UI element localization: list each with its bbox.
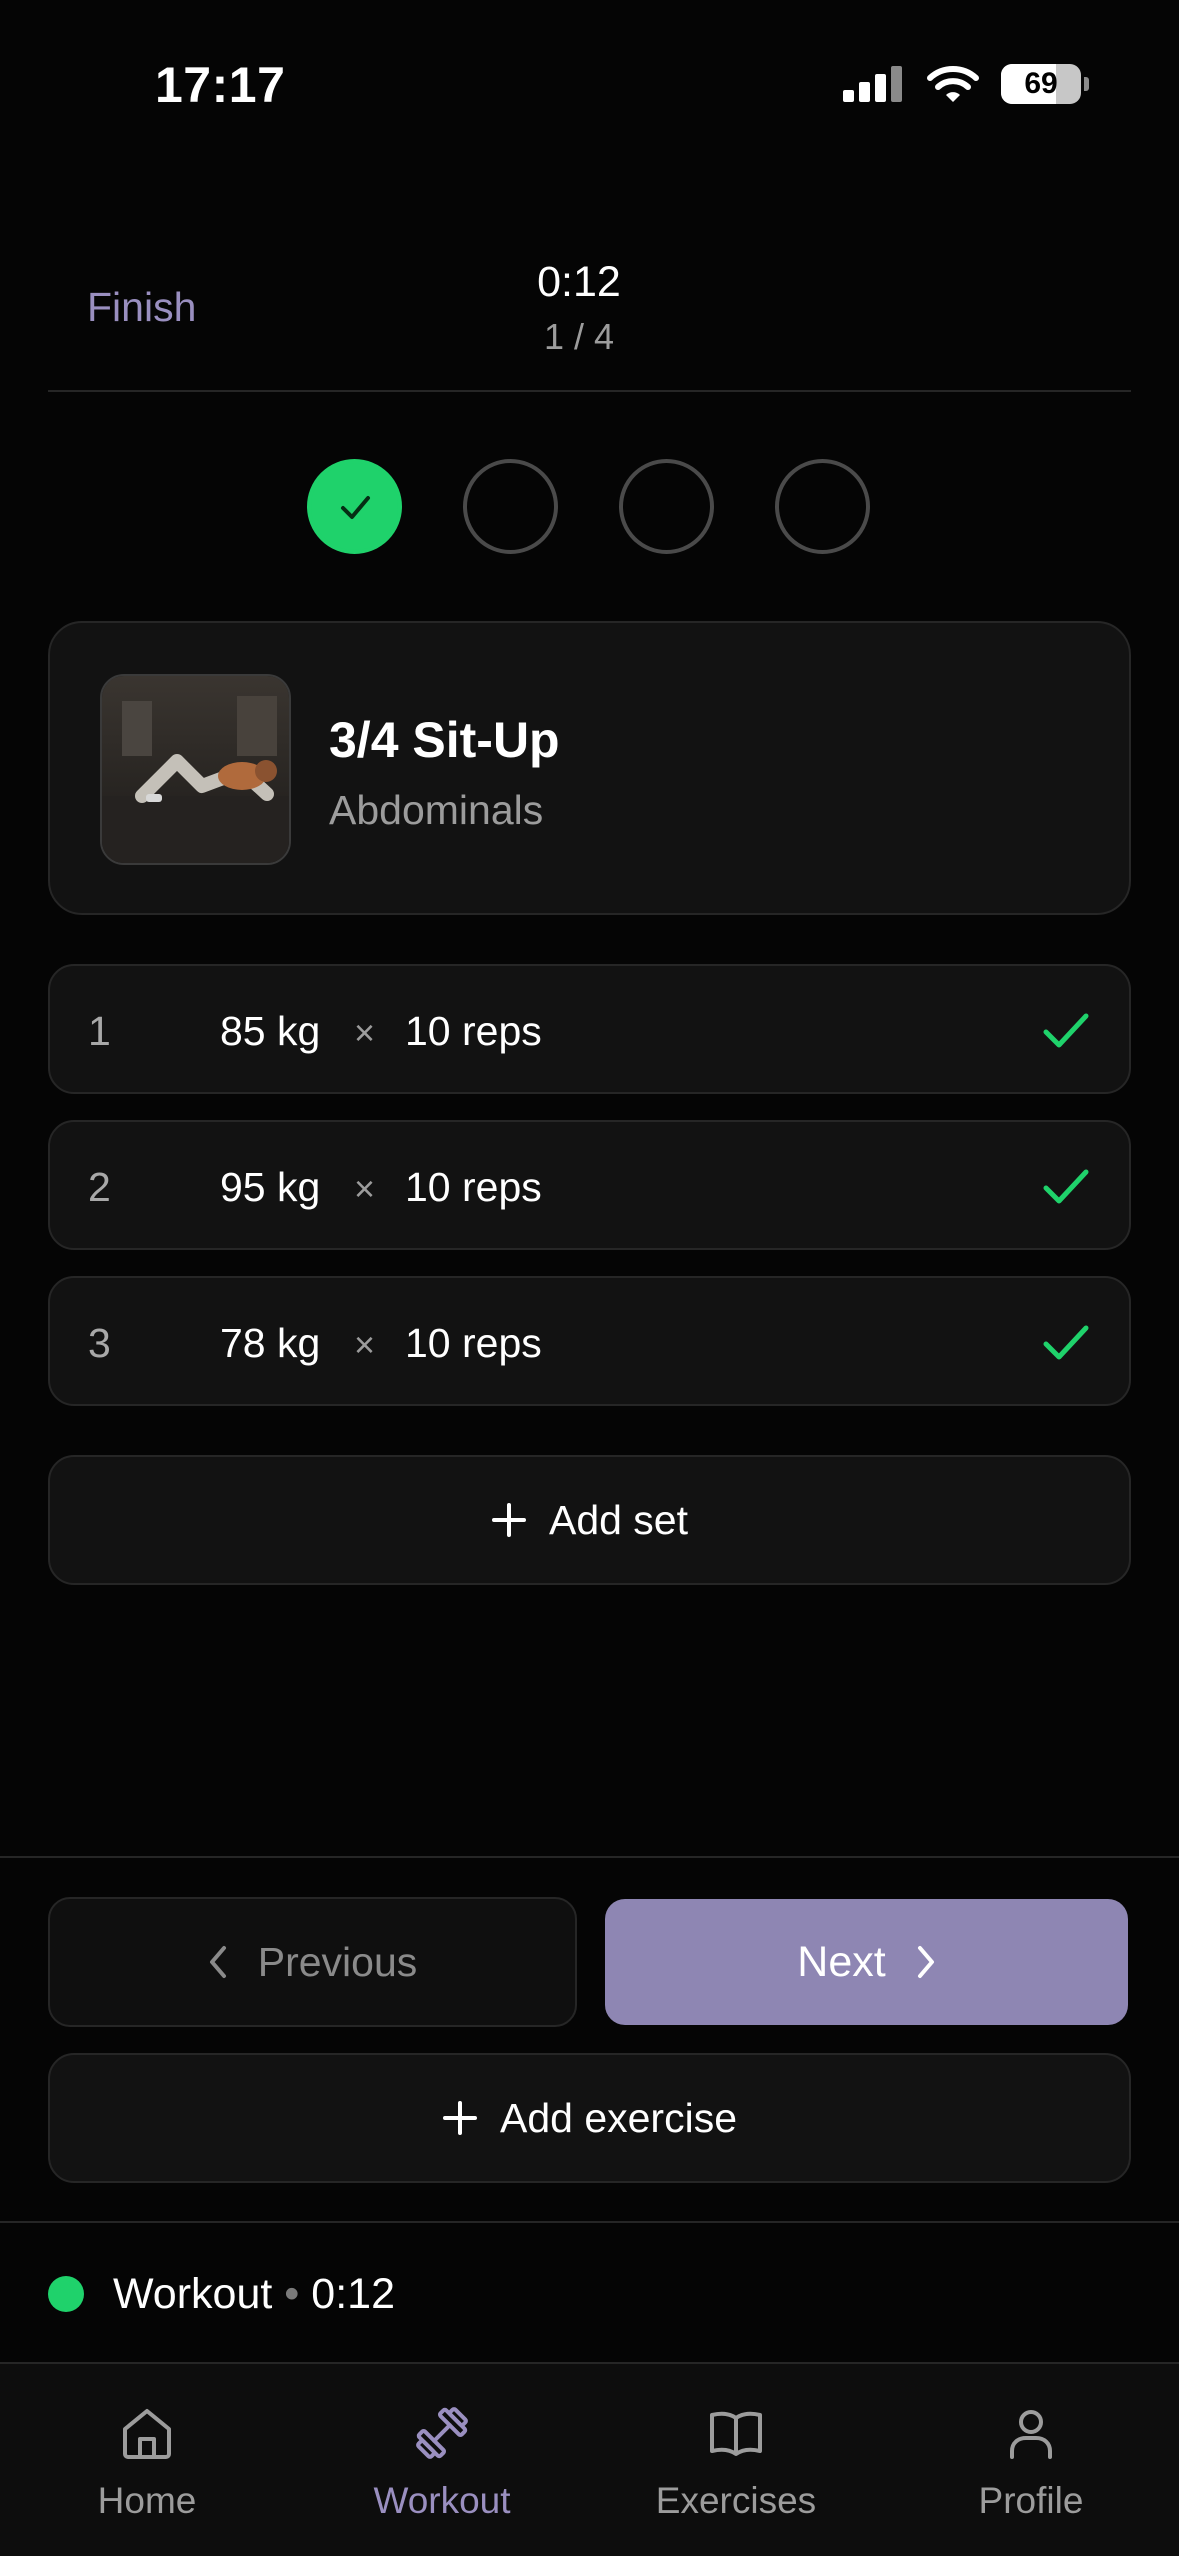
home-icon	[123, 2409, 171, 2459]
set-row[interactable]: 1 85 kg × 10 reps	[48, 964, 1131, 1094]
set-weight[interactable]: 95 kg	[220, 1164, 320, 1211]
set-complete-check-icon[interactable]	[1041, 1006, 1091, 1056]
set-complete-check-icon[interactable]	[1041, 1318, 1091, 1368]
exercise-muscle-group: Abdominals	[329, 787, 544, 833]
dumbbell-icon	[416, 2407, 468, 2459]
tab-exercises[interactable]: Exercises	[616, 2404, 856, 2522]
set-weight[interactable]: 78 kg	[220, 1320, 320, 1367]
times-symbol: ×	[354, 1168, 376, 1209]
workout-timer: 0:12	[537, 258, 621, 306]
set-weight[interactable]: 85 kg	[220, 1008, 320, 1055]
plus-icon	[491, 1503, 526, 1537]
set-reps[interactable]: 10 reps	[405, 1164, 542, 1211]
times-symbol: ×	[354, 1012, 376, 1053]
set-number: 1	[88, 1008, 111, 1054]
times-symbol: ×	[354, 1324, 376, 1365]
wifi-icon	[927, 66, 979, 102]
session-separator: •	[284, 2269, 300, 2318]
set-number: 3	[88, 1320, 111, 1366]
session-label: Workout	[113, 2269, 273, 2318]
user-icon	[1010, 2410, 1052, 2459]
bottom-divider	[0, 1856, 1179, 1858]
set-number: 2	[88, 1164, 111, 1210]
set-reps[interactable]: 10 reps	[405, 1008, 542, 1055]
previous-label: Previous	[257, 1938, 418, 1985]
exercise-card[interactable]: 3/4 Sit-Up Abdominals	[48, 621, 1131, 915]
header-divider	[48, 390, 1131, 392]
step-indicator-3[interactable]	[619, 459, 714, 554]
status-icons: 69	[843, 64, 1089, 104]
step-indicator-2[interactable]	[463, 459, 558, 554]
session-divider	[0, 2221, 1179, 2223]
tab-bar: Home Workout Exercises Profile	[0, 2362, 1179, 2556]
chevron-right-icon	[917, 1946, 934, 1978]
book-icon	[710, 2411, 762, 2456]
add-set-button[interactable]: Add set	[48, 1455, 1131, 1585]
exercise-name: 3/4 Sit-Up	[329, 712, 560, 768]
status-time: 17:17	[155, 57, 286, 113]
check-icon	[340, 495, 370, 519]
exercise-steps	[307, 459, 870, 554]
tab-label: Profile	[978, 2480, 1084, 2521]
set-complete-check-icon[interactable]	[1041, 1162, 1091, 1212]
tab-label: Workout	[373, 2480, 511, 2521]
set-reps[interactable]: 10 reps	[405, 1320, 542, 1367]
cellular-signal-icon	[843, 66, 902, 102]
active-workout-bar[interactable]: Workout • 0:12	[48, 2258, 395, 2330]
chevron-left-icon	[209, 1946, 226, 1978]
next-label: Next	[797, 1937, 886, 1986]
exercise-thumbnail	[100, 674, 291, 865]
step-indicator-4[interactable]	[775, 459, 870, 554]
set-row[interactable]: 3 78 kg × 10 reps	[48, 1276, 1131, 1406]
tab-home[interactable]: Home	[27, 2404, 267, 2522]
battery-level: 69	[1024, 67, 1058, 100]
add-set-label: Add set	[548, 1496, 689, 1543]
tab-workout[interactable]: Workout	[322, 2404, 562, 2522]
workout-screen: 17:17 69 Finish 0:12 1 / 4 3/4 Sit-Up Ab…	[0, 0, 1179, 2556]
battery-indicator: 69	[1001, 64, 1089, 104]
exercise-progress: 1 / 4	[543, 316, 615, 357]
session-time: 0:12	[311, 2269, 395, 2318]
tab-label: Home	[97, 2480, 197, 2521]
plus-icon	[442, 2101, 477, 2135]
tab-profile[interactable]: Profile	[911, 2404, 1151, 2522]
next-button[interactable]: Next	[605, 1899, 1128, 2025]
add-exercise-button[interactable]: Add exercise	[48, 2053, 1131, 2183]
battery-tip	[1084, 77, 1089, 91]
set-row[interactable]: 2 95 kg × 10 reps	[48, 1120, 1131, 1250]
tab-label: Exercises	[655, 2480, 817, 2521]
step-indicator-1[interactable]	[307, 459, 402, 554]
previous-button[interactable]: Previous	[48, 1897, 577, 2027]
live-status-dot	[48, 2276, 84, 2312]
add-exercise-label: Add exercise	[499, 2094, 737, 2141]
